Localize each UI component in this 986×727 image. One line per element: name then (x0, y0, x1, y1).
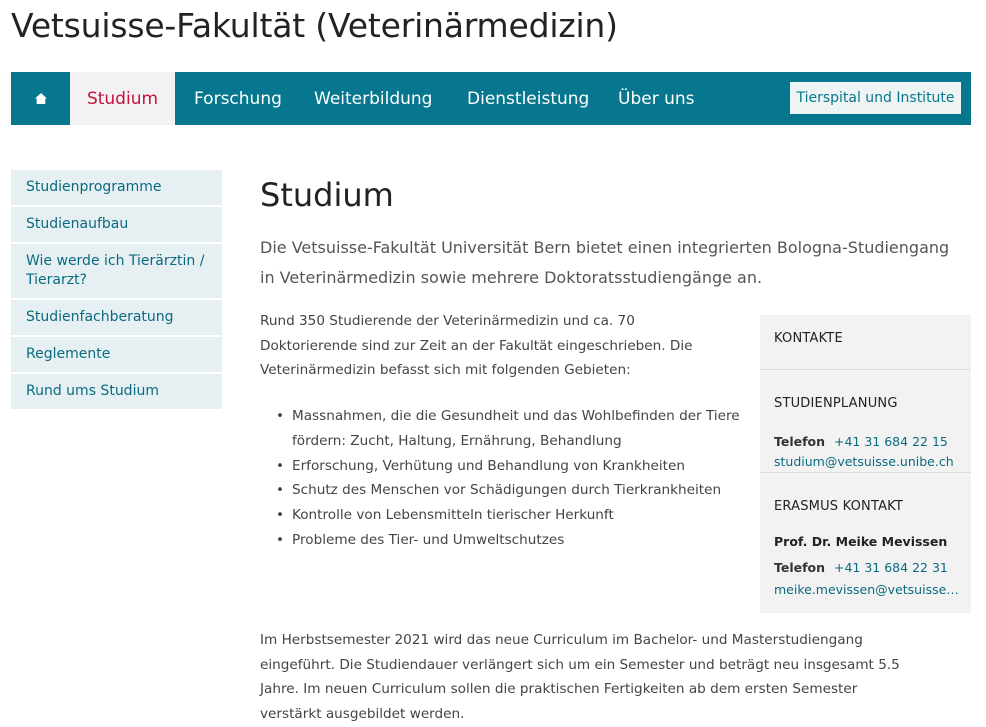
sidebar-item-studienfachberatung[interactable]: Studienfachberatung (11, 300, 222, 337)
list-item: Schutz des Menschen vor Schädigungen dur… (276, 478, 746, 503)
lead-paragraph: Die Vetsuisse-Fakultät Universität Bern … (260, 238, 950, 287)
nav-home-button[interactable] (11, 72, 70, 125)
divider (760, 472, 971, 473)
erasmus-email-link[interactable]: meike.mevissen@vetsuisse.unibe.ch (774, 581, 960, 599)
erasmus-heading: ERASMUS KONTAKT (774, 499, 904, 514)
nav-item-studium[interactable]: Studium (70, 72, 175, 125)
list-item: Massnahmen, die die Gesundheit und das W… (276, 404, 746, 454)
sidebar-item-studienaufbau[interactable]: Studienaufbau (11, 207, 222, 244)
studienplanung-email-link[interactable]: studium@vetsuisse.unibe.ch (774, 453, 960, 471)
tierspital-button[interactable]: Tierspital und Institute (790, 82, 961, 114)
sidebar: Studienprogramme Studienaufbau Wie werde… (11, 170, 222, 411)
sidebar-item-reglemente[interactable]: Reglemente (11, 337, 222, 374)
phone-label: Telefon (774, 560, 826, 575)
nav-item-ueber-uns[interactable]: Über uns (618, 72, 695, 125)
curriculum-paragraph: Im Herbstsemester 2021 wird das neue Cur… (260, 632, 900, 722)
studienplanung-phone-link[interactable]: +41 31 684 22 15 (834, 433, 948, 451)
studienplanung-heading: STUDIENPLANUNG (774, 396, 898, 411)
phone-label: Telefon (774, 434, 826, 449)
erasmus-phone-link[interactable]: +41 31 684 22 31 (834, 559, 948, 577)
sidebar-item-studienprogramme[interactable]: Studienprogramme (11, 170, 222, 207)
main-navigation: Studium Forschung Weiterbildung Dienstle… (11, 72, 971, 125)
contacts-heading: KONTAKTE (774, 331, 843, 346)
sidebar-item-tieraerztin[interactable]: Wie werde ich Tierärztin / Tierarzt? (11, 244, 222, 300)
page-title: Studium (260, 176, 394, 214)
home-icon (34, 93, 47, 104)
site-title: Vetsuisse-Fakultät (Veterinärmedizin) (11, 6, 618, 45)
list-item: Erforschung, Verhütung und Behandlung vo… (276, 454, 746, 479)
topics-list: Massnahmen, die die Gesundheit und das W… (276, 404, 746, 553)
contacts-box: KONTAKTE STUDIENPLANUNG Telefon +41 31 6… (760, 315, 971, 613)
erasmus-contact-name: Prof. Dr. Meike Mevissen (774, 534, 948, 549)
list-item: Kontrolle von Lebensmitteln tierischer H… (276, 503, 746, 528)
intro-paragraph: Rund 350 Studierende der Veterinärmedizi… (260, 313, 693, 378)
nav-item-dienstleistung[interactable]: Dienstleistung (467, 72, 589, 125)
sidebar-item-rund-ums-studium[interactable]: Rund ums Studium (11, 374, 222, 411)
nav-item-weiterbildung[interactable]: Weiterbildung (314, 72, 432, 125)
divider (760, 369, 971, 370)
nav-item-forschung[interactable]: Forschung (194, 72, 282, 125)
list-item: Probleme des Tier- und Umweltschutzes (276, 528, 746, 553)
